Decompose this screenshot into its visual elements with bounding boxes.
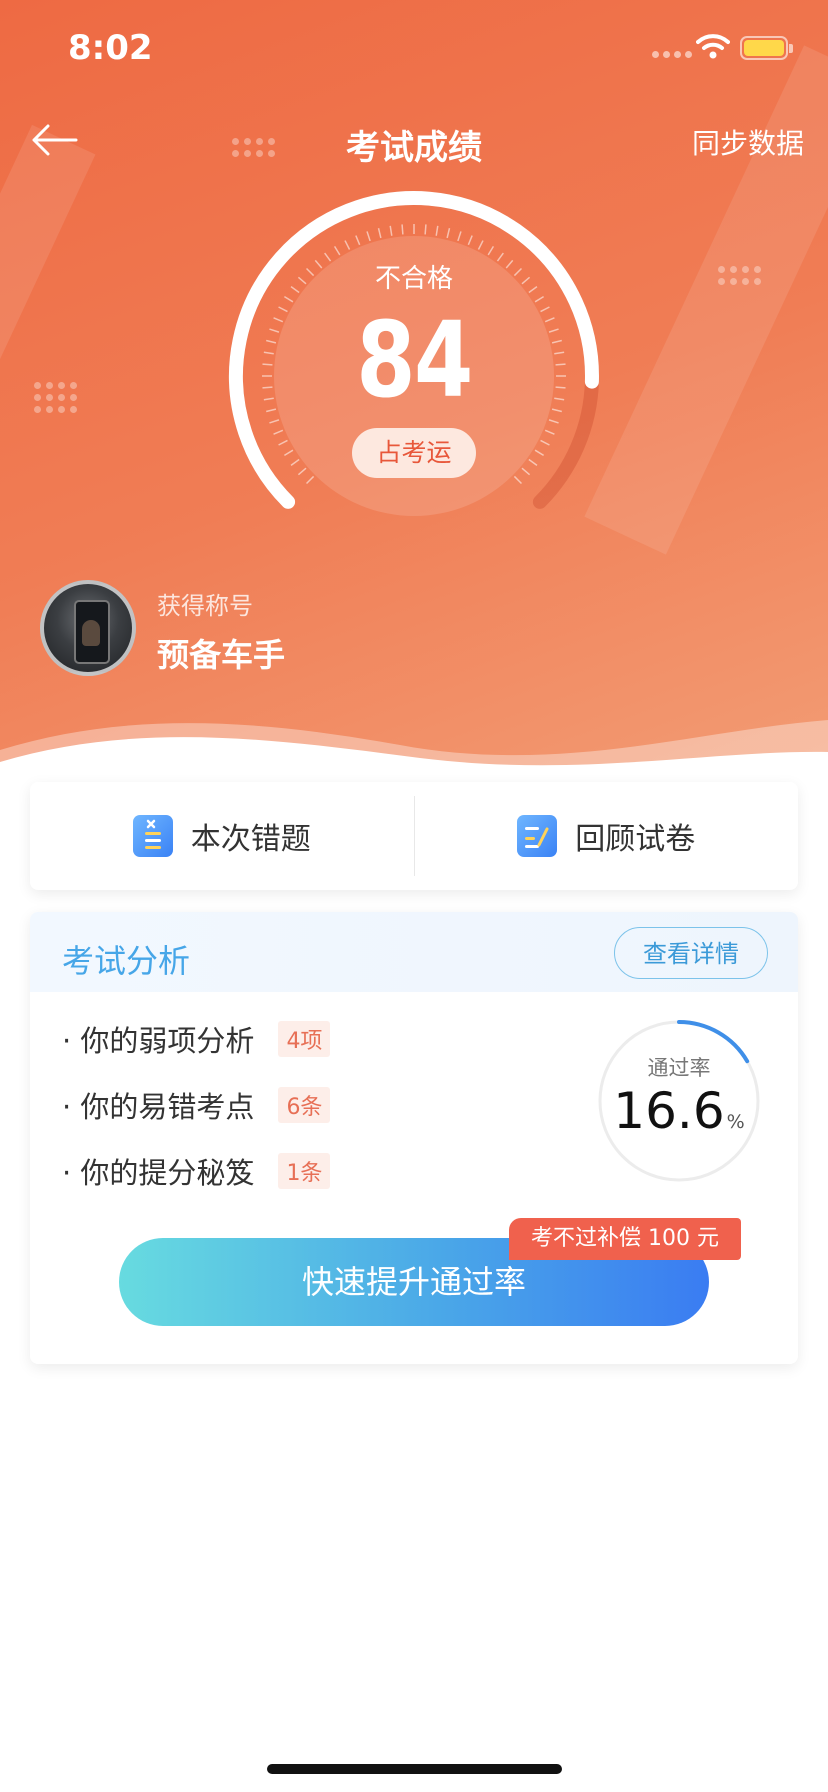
sync-data-button[interactable]: 同步数据 bbox=[692, 122, 804, 162]
gauge-tick bbox=[446, 228, 451, 239]
analysis-item-label: · 你的弱项分析 bbox=[62, 1024, 255, 1058]
action-card: 本次错题 回顾试卷 bbox=[30, 782, 798, 890]
pass-rate-unit: % bbox=[726, 1111, 745, 1133]
gauge-tick bbox=[273, 429, 284, 435]
home-indicator bbox=[267, 1764, 562, 1774]
analysis-item-weakness[interactable]: · 你的弱项分析 4项 bbox=[62, 1018, 331, 1060]
pass-rate-number: 16.6 bbox=[613, 1082, 725, 1140]
analysis-item-tag: 1条 bbox=[278, 1153, 331, 1189]
result-status: 不合格 bbox=[374, 264, 453, 294]
battery-icon bbox=[740, 36, 793, 60]
gauge-tick bbox=[389, 225, 393, 236]
gauge-tick bbox=[297, 467, 307, 476]
gauge-tick bbox=[284, 295, 294, 303]
gauge-tick bbox=[487, 246, 495, 256]
decor-dots bbox=[34, 382, 77, 413]
gauge-tick bbox=[467, 235, 473, 246]
earned-title-label: 获得称号 bbox=[157, 592, 253, 620]
gauge-tick bbox=[534, 449, 544, 457]
gauge-tick bbox=[284, 449, 294, 457]
avatar[interactable] bbox=[40, 580, 136, 676]
wrong-questions-button[interactable]: 本次错题 bbox=[30, 782, 414, 890]
gauge-tick bbox=[521, 467, 531, 476]
pass-rate-value: 16.6% bbox=[596, 1082, 762, 1140]
gauge-tick bbox=[457, 231, 462, 242]
pass-rate-label: 通过率 bbox=[647, 1056, 711, 1080]
gauge-tick bbox=[477, 240, 484, 250]
cellular-signal-icon bbox=[652, 51, 692, 58]
analysis-item-error-prone[interactable]: · 你的易错考点 6条 bbox=[62, 1084, 331, 1126]
analysis-item-tips[interactable]: · 你的提分秘笈 1条 bbox=[62, 1150, 331, 1192]
gauge-tick bbox=[290, 458, 300, 466]
analysis-item-tag: 4项 bbox=[278, 1021, 331, 1057]
gauge-tick bbox=[344, 240, 351, 250]
status-time: 8:02 bbox=[68, 28, 153, 68]
gauge-tick bbox=[435, 225, 439, 236]
fortune-button[interactable]: 占考运 bbox=[352, 428, 476, 478]
analysis-item-label: · 你的易错考点 bbox=[62, 1090, 255, 1124]
gauge-tick bbox=[377, 228, 382, 239]
gauge-tick bbox=[513, 475, 523, 485]
gauge-tick bbox=[544, 429, 555, 435]
analysis-item-tag: 6条 bbox=[278, 1087, 331, 1123]
wave-divider bbox=[0, 720, 828, 780]
gauge-tick bbox=[366, 231, 371, 242]
gauge-tick bbox=[528, 458, 538, 466]
review-paper-label: 回顾试卷 bbox=[575, 822, 696, 857]
gauge-tick bbox=[534, 295, 544, 303]
exam-analysis-card: 考试分析 查看详情 · 你的弱项分析 4项 · 你的易错考点 6条 · 你的提分… bbox=[30, 912, 798, 1364]
gauge-tick bbox=[278, 439, 288, 446]
review-paper-icon bbox=[517, 815, 558, 857]
gauge-tick bbox=[355, 235, 361, 246]
compensation-badge: 考不过补偿 100 元 bbox=[509, 1218, 741, 1260]
status-bar: 8:02 bbox=[0, 0, 828, 100]
gauge-tick bbox=[333, 246, 341, 256]
analysis-item-label: · 你的提分秘笈 bbox=[62, 1156, 255, 1190]
earned-title-value: 预备车手 bbox=[157, 636, 286, 674]
gauge-tick bbox=[424, 224, 427, 235]
wifi-icon bbox=[696, 34, 730, 59]
gauge-tick bbox=[401, 224, 404, 235]
score-value: 84 bbox=[356, 299, 473, 421]
gauge-tick bbox=[305, 475, 315, 485]
view-details-button[interactable]: 查看详情 bbox=[614, 927, 768, 979]
gauge-tick bbox=[540, 439, 550, 446]
analysis-title: 考试分析 bbox=[62, 942, 191, 980]
wrong-list-icon bbox=[132, 815, 173, 857]
gauge-tick bbox=[548, 419, 559, 424]
review-paper-button[interactable]: 回顾试卷 bbox=[415, 782, 799, 890]
wrong-questions-label: 本次错题 bbox=[190, 822, 311, 857]
gauge-tick bbox=[269, 419, 280, 424]
